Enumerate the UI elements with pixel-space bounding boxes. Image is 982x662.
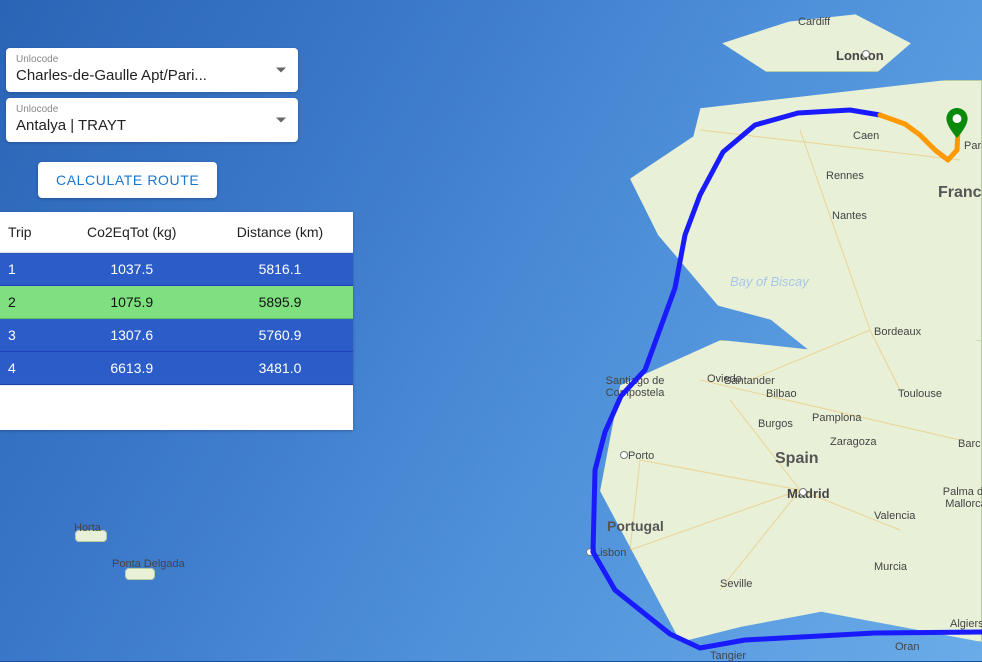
city-bilbao: Bilbao xyxy=(766,388,797,400)
table-row[interactable]: 11037.55816.1 xyxy=(0,253,353,286)
city-pamplona: Pamplona xyxy=(812,412,862,424)
city-murcia: Murcia xyxy=(874,561,907,573)
destination-label: Unlocode xyxy=(16,104,288,115)
city-santiago: Santiago de Compostela xyxy=(600,375,670,399)
cell-distance: 5760.9 xyxy=(207,319,353,352)
city-valencia: Valencia xyxy=(874,510,915,522)
city-madrid: Madrid xyxy=(787,486,830,501)
results-header-row: Trip Co2EqTot (kg) Distance (km) xyxy=(0,212,353,253)
country-label-spain: Spain xyxy=(775,450,819,468)
country-label-france: France xyxy=(938,184,982,202)
results-table: Trip Co2EqTot (kg) Distance (km) 11037.5… xyxy=(0,212,353,385)
table-row[interactable]: 21075.95895.9 xyxy=(0,286,353,319)
city-tangier: Tangier xyxy=(710,650,746,662)
city-dot-lisbon xyxy=(586,548,594,556)
chevron-down-icon xyxy=(276,68,286,73)
cell-co2: 1307.6 xyxy=(56,319,206,352)
results-footer xyxy=(0,385,353,430)
cell-co2: 6613.9 xyxy=(56,352,206,385)
col-co2: Co2EqTot (kg) xyxy=(56,212,206,253)
landmass-france xyxy=(630,80,982,362)
city-palma: Palma de Mallorca xyxy=(936,486,982,510)
col-trip: Trip xyxy=(0,212,56,253)
origin-select[interactable]: Unlocode Charles-de-Gaulle Apt/Pari... xyxy=(6,48,298,92)
destination-value: Antalya | TRAYT xyxy=(16,117,288,134)
table-row[interactable]: 31307.65760.9 xyxy=(0,319,353,352)
country-label-portugal: Portugal xyxy=(607,518,664,534)
city-caen: Caen xyxy=(853,130,879,142)
city-algiers: Algiers xyxy=(950,618,982,630)
origin-value: Charles-de-Gaulle Apt/Pari... xyxy=(16,67,288,84)
city-paris: Pari xyxy=(964,140,982,152)
city-burgos: Burgos xyxy=(758,418,793,430)
city-zaragoza: Zaragoza xyxy=(830,436,876,448)
cell-co2: 1037.5 xyxy=(56,253,206,286)
city-dot-london xyxy=(862,50,870,58)
city-barcelona: Barc xyxy=(958,438,981,450)
city-seville: Seville xyxy=(720,578,752,590)
cell-distance: 5895.9 xyxy=(207,286,353,319)
city-oviedo: Oviedo xyxy=(707,373,742,385)
city-rennes: Rennes xyxy=(826,170,864,182)
city-nantes: Nantes xyxy=(832,210,867,222)
destination-marker-icon xyxy=(946,108,968,138)
city-oran: Oran xyxy=(895,641,919,653)
cell-distance: 5816.1 xyxy=(207,253,353,286)
cell-distance: 3481.0 xyxy=(207,352,353,385)
destination-select[interactable]: Unlocode Antalya | TRAYT xyxy=(6,98,298,142)
sea-label-bay-of-biscay: Bay of Biscay xyxy=(730,274,809,290)
city-lisbon: Lisbon xyxy=(594,547,626,559)
col-distance: Distance (km) xyxy=(207,212,353,253)
city-ponta: Ponta Delgada xyxy=(112,558,185,570)
cell-trip: 1 xyxy=(0,253,56,286)
city-dot-madrid xyxy=(799,488,807,496)
cell-trip: 3 xyxy=(0,319,56,352)
city-dot-porto xyxy=(620,451,628,459)
table-row[interactable]: 46613.93481.0 xyxy=(0,352,353,385)
chevron-down-icon xyxy=(276,118,286,123)
city-bordeaux: Bordeaux xyxy=(874,326,921,338)
city-porto: Porto xyxy=(628,450,654,462)
landmass-uk xyxy=(700,0,922,72)
cell-co2: 1075.9 xyxy=(56,286,206,319)
calculate-route-button[interactable]: CALCULATE ROUTE xyxy=(38,162,217,198)
control-panel: Unlocode Charles-de-Gaulle Apt/Pari... U… xyxy=(0,0,355,430)
city-london: London xyxy=(836,48,884,63)
city-horta: Horta xyxy=(74,522,101,534)
cell-trip: 2 xyxy=(0,286,56,319)
cell-trip: 4 xyxy=(0,352,56,385)
origin-label: Unlocode xyxy=(16,54,288,65)
city-toulouse: Toulouse xyxy=(898,388,942,400)
city-cardiff: Cardiff xyxy=(798,16,830,28)
